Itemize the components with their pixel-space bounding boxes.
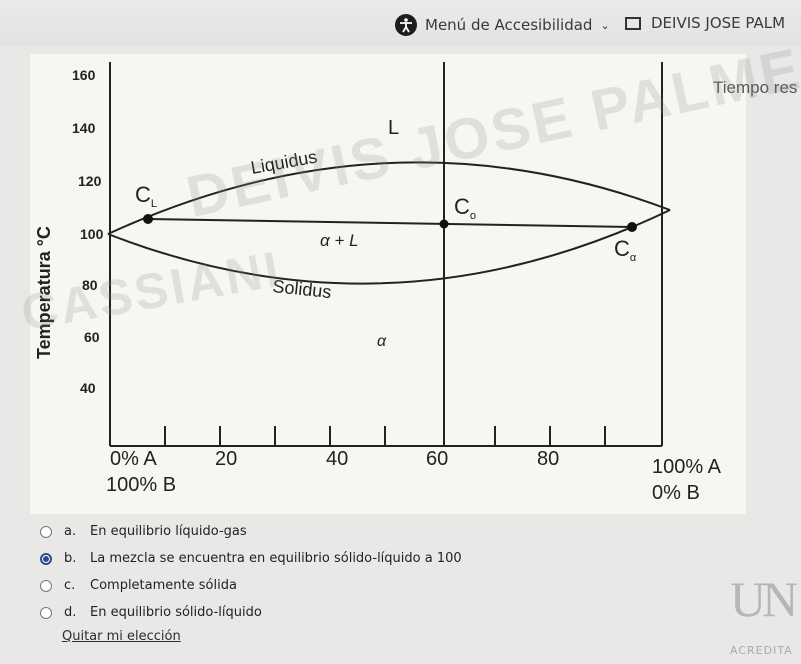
y-tick-label: 60: [84, 329, 100, 345]
alpha-region-label: α: [377, 333, 387, 350]
option-b[interactable]: b. La mezcla se encuentra en equilibrio …: [40, 545, 462, 572]
radio-button[interactable]: [40, 525, 52, 538]
option-text: En equilibrio líquido-gas: [90, 524, 247, 539]
radio-button[interactable]: [40, 579, 52, 592]
alpha-l-label: α + L: [320, 231, 359, 250]
phase-diagram: 160 140 120 100 80 60 40 Temperatura °C …: [34, 62, 722, 504]
cl-label: CL: [135, 182, 157, 210]
y-axis-label: Temperatura °C: [34, 226, 54, 359]
university-logo: UN: [730, 571, 798, 627]
option-a[interactable]: a. En equilibrio líquido-gas: [40, 518, 462, 545]
x-tick-label: 80: [537, 448, 559, 470]
y-tick-label: 100: [80, 226, 104, 242]
x-tick-label: 40: [326, 448, 348, 470]
answer-options: a. En equilibrio líquido-gas b. La mezcl…: [40, 518, 462, 626]
option-letter: a.: [64, 524, 77, 539]
option-letter: b.: [64, 551, 77, 566]
x-bottom-left-label: 100% B: [106, 474, 176, 496]
co-label: Co: [454, 194, 476, 222]
option-d[interactable]: d. En equilibrio sólido-líquido: [40, 599, 462, 626]
accessibility-menu[interactable]: Menú de Accesibilidad ⌄: [395, 14, 610, 36]
chevron-down-icon: ⌄: [600, 18, 610, 32]
y-tick-label: 40: [80, 380, 96, 396]
cl-point: [143, 214, 153, 224]
accreditation-label: ACREDITA: [730, 644, 793, 657]
option-letter: d.: [64, 605, 77, 620]
option-letter: c.: [64, 578, 76, 593]
radio-button-selected[interactable]: [40, 552, 52, 565]
y-tick-label: 140: [72, 120, 96, 136]
top-bar: Menú de Accesibilidad ⌄ DEIVIS JOSE PALM: [0, 0, 801, 46]
option-text: Completamente sólida: [90, 578, 237, 593]
x-tick-label: 20: [215, 448, 237, 470]
liquid-region-label: L: [388, 117, 399, 139]
clear-choice-link[interactable]: Quitar mi elección: [62, 629, 181, 644]
option-c[interactable]: c. Completamente sólida: [40, 572, 462, 599]
y-tick-label: 80: [82, 277, 98, 293]
accessibility-icon: [395, 14, 417, 36]
accessibility-menu-label: Menú de Accesibilidad: [425, 16, 593, 34]
calpha-point: [627, 222, 637, 232]
timer-label: Tiempo res: [713, 78, 798, 97]
solidus-label: Solidus: [272, 276, 333, 302]
calpha-label: Cα: [614, 236, 637, 264]
user-name[interactable]: DEIVIS JOSE PALM: [651, 14, 785, 32]
y-tick-label: 160: [72, 67, 96, 83]
radio-button[interactable]: [40, 606, 52, 619]
x-bottom-right-label: 0% B: [652, 482, 700, 504]
option-text: En equilibrio sólido-líquido: [90, 605, 262, 620]
y-tick-label: 120: [78, 173, 102, 189]
option-text: La mezcla se encuentra en equilibrio sól…: [90, 551, 462, 566]
solidus-curve: [107, 209, 671, 285]
co-point: [439, 219, 449, 229]
x-tick-label: 60: [426, 448, 448, 470]
liquidus-label: Liquidus: [249, 147, 319, 178]
question-card: 160 140 120 100 80 60 40 Temperatura °C …: [30, 54, 746, 514]
user-area[interactable]: DEIVIS JOSE PALM: [625, 14, 785, 32]
x-tick-label: 0% A: [110, 448, 157, 470]
message-icon[interactable]: [625, 16, 641, 30]
x-tick-label: 100% A: [652, 456, 722, 478]
tie-line: [147, 218, 633, 228]
